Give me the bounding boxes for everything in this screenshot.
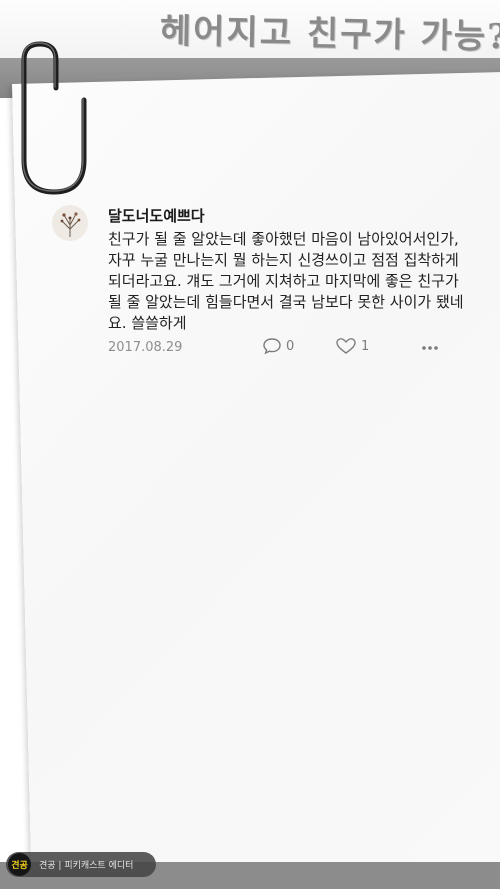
comment-body: 친구가 될 줄 알았는데 좋아했던 마음이 남아있어서인가, 자꾸 누굴 만나는… <box>108 230 464 332</box>
heart-icon <box>336 338 356 354</box>
avatar[interactable] <box>52 205 88 241</box>
like-count: 1 <box>361 338 370 354</box>
editor-credit-text: 견공 | 피키캐스트 에디터 <box>39 861 134 871</box>
editor-logo: 견공 <box>8 853 31 876</box>
comment-button[interactable]: 0 <box>262 337 294 355</box>
username[interactable]: 달도너도예쁘다 <box>108 205 205 226</box>
comment-count: 0 <box>286 338 295 354</box>
post-date: 2017.08.29 <box>108 340 183 355</box>
page-title: 헤어지고 친구가 가능? <box>159 11 500 58</box>
dried-flower-icon <box>52 205 88 241</box>
editor-credit-badge[interactable]: 견공 견공 | 피키캐스트 에디터 <box>6 852 156 877</box>
more-options-button[interactable] <box>418 339 442 357</box>
paperclip-icon <box>21 41 87 195</box>
more-dots-icon <box>422 346 438 350</box>
comment-bubble-icon <box>263 338 281 355</box>
like-button[interactable]: 1 <box>335 337 369 355</box>
